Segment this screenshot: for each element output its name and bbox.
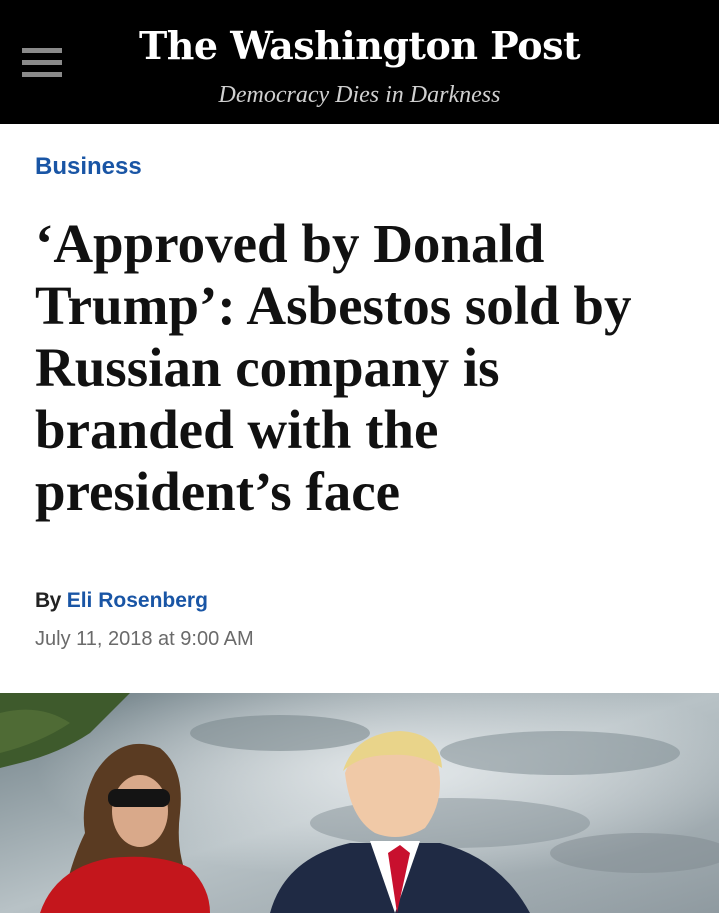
article-photo	[0, 693, 719, 913]
site-header: The Washington Post Democracy Dies in Da…	[0, 0, 719, 124]
menu-bar	[22, 72, 62, 77]
byline: By Eli Rosenberg	[35, 587, 208, 615]
publish-timestamp: July 11, 2018 at 9:00 AM	[35, 628, 254, 650]
section-link[interactable]: Business	[35, 152, 142, 182]
tagline: Democracy Dies in Darkness	[218, 82, 501, 108]
author-link[interactable]: Eli Rosenberg	[67, 589, 208, 612]
article-headline: ‘Approved by Donald Trump’: Asbestos sol…	[35, 213, 632, 522]
masthead-logo[interactable]: The Washington Post	[0, 22, 719, 70]
byline-prefix: By	[35, 589, 61, 612]
